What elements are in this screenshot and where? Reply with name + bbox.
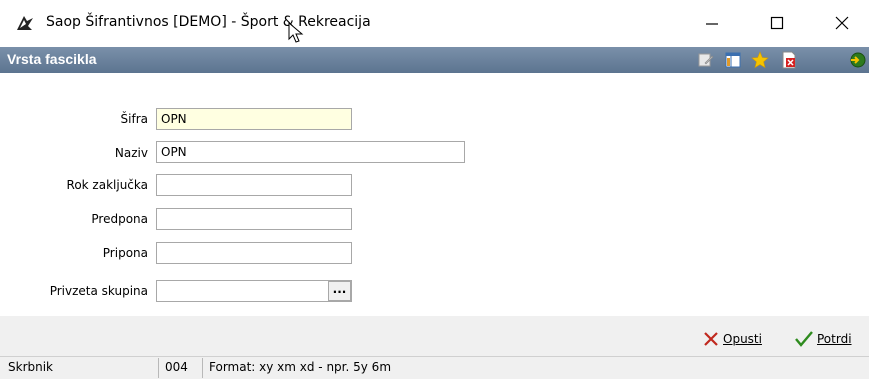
status-bar	[0, 356, 869, 379]
mouse-cursor-icon	[288, 22, 304, 43]
favorite-button[interactable]	[751, 51, 769, 69]
exit-icon	[850, 52, 866, 68]
maximize-button[interactable]	[757, 8, 797, 38]
confirm-button[interactable]: Potrdi	[795, 329, 852, 349]
cancel-x-icon	[704, 332, 718, 346]
window-titlebar: Saop Šifrantivnos [DEMO] - Šport & Rekre…	[0, 0, 869, 46]
panel-title: Vrsta fascikla	[7, 51, 97, 67]
window-title: Saop Šifrantivnos [DEMO] - Šport & Rekre…	[46, 14, 371, 30]
panel-header: Vrsta fascikla	[0, 47, 869, 73]
delete-doc-icon	[782, 51, 796, 69]
status-hint: Format: xy xm xd - npr. 5y 6m	[209, 360, 392, 374]
favorite-star-icon	[751, 51, 769, 69]
naziv-label: Naziv	[114, 146, 148, 160]
maximize-icon	[770, 16, 784, 30]
columns-icon	[725, 52, 741, 68]
status-user: Skrbnik	[8, 360, 54, 374]
status-divider	[158, 358, 159, 378]
confirm-label: Potrdi	[817, 332, 852, 346]
minimize-button[interactable]	[692, 8, 732, 38]
cancel-label: Opusti	[723, 332, 762, 346]
privzeta-skupina-label: Privzeta skupina	[49, 284, 148, 298]
confirm-check-icon	[795, 331, 813, 347]
pripona-label: Pripona	[102, 246, 148, 260]
form-area	[0, 73, 869, 316]
naziv-input[interactable]	[156, 141, 465, 163]
delete-button[interactable]	[780, 51, 798, 69]
saop-logo-icon	[17, 16, 33, 30]
rok-zakljucka-input[interactable]	[156, 174, 352, 196]
privzeta-skupina-browse-button[interactable]: ...	[328, 281, 351, 301]
pripona-input[interactable]	[156, 242, 352, 264]
columns-button[interactable]	[724, 51, 742, 69]
edit-note-icon	[698, 53, 714, 67]
exit-button[interactable]	[848, 51, 866, 69]
rok-zakljucka-label: Rok zaključka	[66, 178, 148, 192]
sifra-label: Šifra	[120, 112, 148, 126]
sifra-input[interactable]	[156, 108, 352, 130]
predpona-label: Predpona	[91, 212, 148, 226]
cancel-button[interactable]: Opusti	[703, 329, 762, 349]
predpona-input[interactable]	[156, 208, 352, 230]
status-code: 004	[165, 360, 188, 374]
minimize-icon	[706, 23, 718, 25]
close-icon	[835, 16, 849, 30]
edit-note-button[interactable]	[697, 51, 715, 69]
privzeta-skupina-input[interactable]	[156, 280, 352, 302]
close-button[interactable]	[822, 8, 862, 38]
status-divider	[202, 358, 203, 378]
